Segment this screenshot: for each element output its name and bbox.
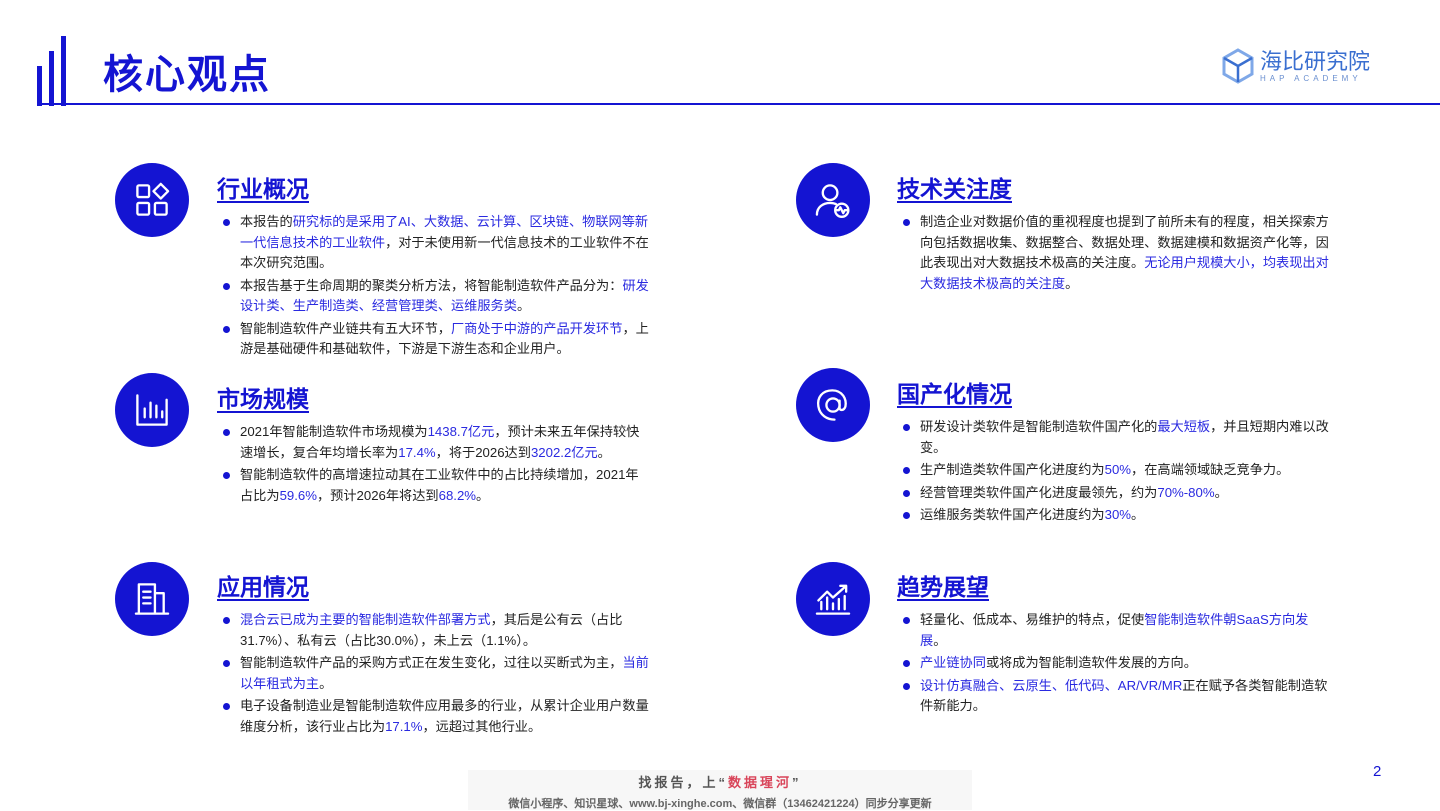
bullet-text: 本报告基于生命周期的聚类分析方法，将智能制造软件产品分为： xyxy=(240,277,623,293)
bullet-text: 智能制造软件产品的采购方式正在发生变化，过往以买断式为主， xyxy=(240,655,623,670)
footer-brand: 数据瑆河 xyxy=(728,775,793,790)
user-monitor-icon xyxy=(815,184,850,218)
at-sign-icon xyxy=(816,389,847,421)
bullet-list: 2021年智能制造软件市场规模为1438.7亿元，预计未来五年保持较快速增长，复… xyxy=(220,422,650,508)
bullet-list: 轻量化、低成本、易维护的特点，促使智能制造软件朝SaaS方向发展。 产业链协同或将… xyxy=(900,610,1330,719)
highlight-text: 50% xyxy=(1104,462,1132,477)
highlight-text: 1438.7亿元 xyxy=(427,424,495,439)
section-heading: 国产化情况 xyxy=(897,381,1012,407)
bullet-item: 产业链协同或将成为智能制造软件发展的方向。 xyxy=(900,653,1330,674)
bullet-text: 研发设计类软件是智能制造软件国产化的 xyxy=(920,419,1158,434)
highlight-text: 最大短板 xyxy=(1157,419,1211,434)
logo-sub: HAP ACADEMY xyxy=(1260,73,1362,83)
bullet-text: 。 xyxy=(1131,507,1145,522)
bullet-item: 本报告基于生命周期的聚类分析方法，将智能制造软件产品分为：研发设计类、生产制造类… xyxy=(220,276,650,317)
bullet-text: ，在高端领域缺乏竞争力。 xyxy=(1131,462,1290,477)
section-icon-badge xyxy=(115,562,189,636)
bullet-item: 电子设备制造业是智能制造软件应用最多的行业，从累计企业用户数量维度分析，该行业占… xyxy=(220,696,650,737)
bullet-text: 生产制造类软件国产化进度约为 xyxy=(920,462,1105,477)
bullet-text: 。 xyxy=(319,675,333,691)
section-icon-badge xyxy=(796,562,870,636)
bullet-item: 制造企业对数据价值的重视程度也提到了前所未有的程度，相关探索方向包括数据收集、数… xyxy=(900,212,1330,294)
highlight-text: 3202.2亿元 xyxy=(530,444,598,460)
bullet-text: 2021年智能制造软件市场规模为 xyxy=(240,424,428,439)
bullet-text: ，将于2026达到 xyxy=(435,444,531,460)
highlight-text: 设计仿真融合、云原生、低代码、AR/VR/MR xyxy=(920,677,1183,693)
bullet-list: 混合云已成为主要的智能制造软件部署方式，其后是公有云（占比31.7%）、私有云（… xyxy=(220,610,650,739)
highlight-text: 厂商处于中游的产品开发环节 xyxy=(451,320,623,336)
bullet-text: 。 xyxy=(597,444,611,460)
bullet-text: 本报告的 xyxy=(240,214,293,229)
section-icon-badge xyxy=(796,368,870,442)
highlight-text: 产业链协同 xyxy=(920,655,986,670)
highlight-text: 17.4% xyxy=(398,444,436,460)
bullet-text: 。 xyxy=(1214,484,1228,500)
bullet-text: 轻量化、低成本、易维护的特点，促使 xyxy=(920,612,1145,627)
page-number: 2 xyxy=(1373,763,1382,780)
highlight-text: 59.6% xyxy=(279,487,317,503)
brand-logo: 海比研究院 HAP ACADEMY xyxy=(1222,48,1370,84)
bullet-item: 混合云已成为主要的智能制造软件部署方式，其后是公有云（占比31.7%）、私有云（… xyxy=(220,610,650,651)
bullet-list: 制造企业对数据价值的重视程度也提到了前所未有的程度，相关探索方向包括数据收集、数… xyxy=(900,212,1330,296)
section-heading: 应用情况 xyxy=(217,574,309,600)
section-heading: 市场规模 xyxy=(217,386,309,412)
bullet-text: 。 xyxy=(933,632,947,648)
page-title: 核心观点 xyxy=(103,53,271,97)
footer-contact: 微信小程序、知识星球、www.bj-xinghe.com、微信群（1346242… xyxy=(508,798,932,810)
bullet-item: 生产制造类软件国产化进度约为50%，在高端领域缺乏竞争力。 xyxy=(900,460,1330,481)
header-divider xyxy=(37,103,1440,105)
highlight-text: 30% xyxy=(1104,507,1132,522)
bullet-text: 或将成为智能制造软件发展的方向。 xyxy=(985,655,1197,670)
bullet-item: 轻量化、低成本、易维护的特点，促使智能制造软件朝SaaS方向发展。 xyxy=(900,610,1330,651)
section-icon-badge xyxy=(115,163,189,237)
apps-grid-icon xyxy=(136,182,170,216)
section-heading: 技术关注度 xyxy=(897,176,1012,202)
highlight-text: 68.2% xyxy=(438,487,477,503)
bullet-item: 经营管理类软件国产化进度最领先，约为70%-80%。 xyxy=(900,483,1330,504)
bullet-item: 2021年智能制造软件市场规模为1438.7亿元，预计未来五年保持较快速增长，复… xyxy=(220,422,650,463)
highlight-text: 70%-80% xyxy=(1157,484,1215,500)
bullet-item: 智能制造软件的高增速拉动其在工业软件中的占比持续增加，2021年占比为59.6%… xyxy=(220,465,650,506)
bullet-text: 智能制造软件产业链共有五大环节， xyxy=(240,320,451,336)
section-icon-badge xyxy=(796,163,870,237)
highlight-text: 混合云已成为主要的智能制造软件部署方式 xyxy=(240,612,491,627)
bullet-item: 研发设计类软件是智能制造软件国产化的最大短板，并且短期内难以改变。 xyxy=(900,417,1330,458)
bullet-text: 。 xyxy=(516,298,531,313)
logo-name: 海比研究院 xyxy=(1260,48,1371,74)
bullet-text: ，远超过其他行业。 xyxy=(422,718,542,734)
section-heading: 行业概况 xyxy=(217,176,309,202)
section-heading: 趋势展望 xyxy=(897,574,989,600)
bullet-list: 研发设计类软件是智能制造软件国产化的最大短板，并且短期内难以改变。 生产制造类软件… xyxy=(900,417,1330,528)
bar-chart-icon xyxy=(136,394,168,426)
section-icon-badge xyxy=(115,373,189,447)
bullet-text: 经营管理类软件国产化进度最领先，约为 xyxy=(920,484,1158,500)
bullet-text: 。 xyxy=(476,487,490,503)
bullet-text: 运维服务类软件国产化进度约为 xyxy=(920,507,1105,522)
bullet-list: 本报告的研究标的是采用了AI、大数据、云计算、区块链、物联网等新一代信息技术的工… xyxy=(220,212,650,362)
highlight-text: 17.1% xyxy=(385,718,423,734)
bullet-item: 智能制造软件产业链共有五大环节，厂商处于中游的产品开发环节，上游是基础硬件和基础… xyxy=(220,319,650,360)
footer-quote: ” xyxy=(792,775,802,790)
trend-chart-icon xyxy=(815,584,851,615)
bullet-item: 本报告的研究标的是采用了AI、大数据、云计算、区块链、物联网等新一代信息技术的工… xyxy=(220,212,650,274)
bullet-item: 智能制造软件产品的采购方式正在发生变化，过往以买断式为主，当前以年租式为主。 xyxy=(220,653,650,694)
bullet-text: 。 xyxy=(1065,275,1079,291)
bullet-text: ，预计2026年将达到 xyxy=(316,487,439,503)
cube-logo-icon xyxy=(1222,48,1254,84)
footer-banner: 找报告，上“数据瑆河” 微信小程序、知识星球、www.bj-xinghe.com… xyxy=(468,770,972,810)
logo-stripes xyxy=(37,36,69,106)
footer-text: 找报告，上“ xyxy=(638,775,728,790)
bullet-item: 运维服务类软件国产化进度约为30%。 xyxy=(900,505,1330,526)
building-icon xyxy=(134,583,170,615)
bullet-item: 设计仿真融合、云原生、低代码、AR/VR/MR正在赋予各类智能制造软件新能力。 xyxy=(900,676,1330,717)
